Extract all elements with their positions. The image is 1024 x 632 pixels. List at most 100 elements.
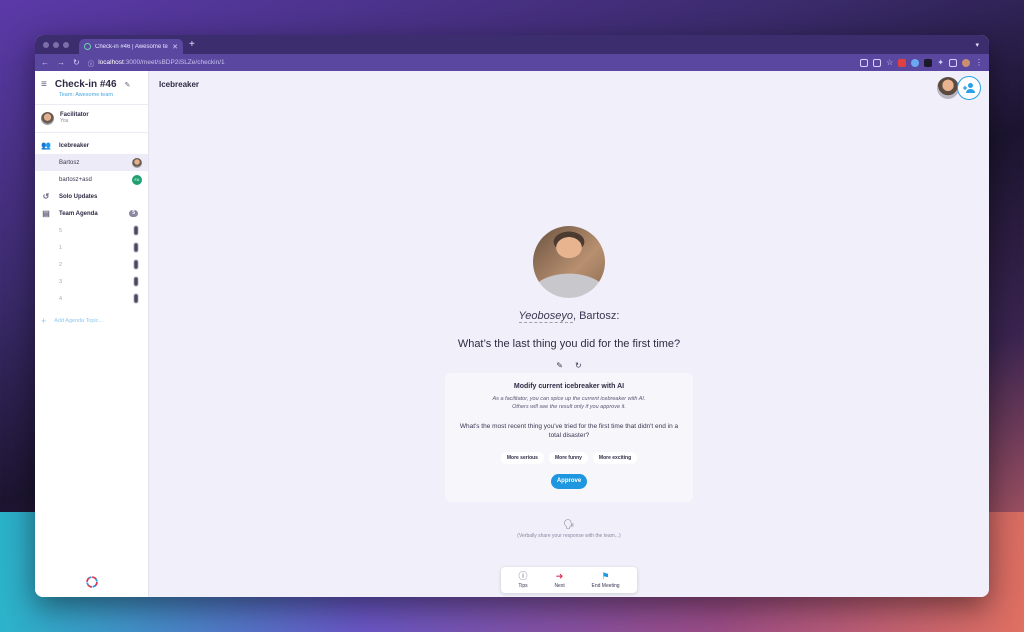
facilitator-sub: You — [60, 118, 69, 124]
approve-button[interactable]: Approve — [551, 474, 587, 489]
icebreaker-question: What’s the last thing you did for the fi… — [457, 338, 681, 350]
participant-item-bartosz-asd[interactable]: bartosz+asd FA — [35, 171, 148, 188]
facilitator-avatar — [41, 112, 54, 125]
sidebar: ≡ Check-in #46 ✎ Team: Awesome team Faci… — [35, 71, 149, 597]
app-body: ≡ Check-in #46 ✎ Team: Awesome team Faci… — [35, 71, 989, 597]
participant-initials-avatar: FA — [132, 174, 142, 185]
nav-solo-updates-label: Solo Updates — [59, 193, 98, 200]
agenda-item-label: 3 — [59, 278, 63, 285]
agenda-item-label: 4 — [59, 295, 63, 302]
new-tab-button[interactable]: + — [189, 39, 195, 50]
nav-team-agenda[interactable]: ▤ Team Agenda 5 — [35, 205, 148, 222]
browser-menu-icon[interactable]: ⋮ — [975, 58, 983, 67]
more-serious-chip[interactable]: More serious — [500, 452, 544, 464]
flag-icon: ⚑ — [601, 571, 610, 581]
extension-red-icon[interactable] — [898, 58, 907, 67]
profile-avatar-icon[interactable] — [962, 58, 970, 67]
user-avatar[interactable] — [937, 77, 959, 99]
address-bar: ← → ↻ ⓘ localhost:3000/meet/sBDP2iSLZe/c… — [35, 54, 989, 71]
participant-name: Bartosz — [59, 159, 80, 166]
add-agenda-topic[interactable]: + Add Agenda Topic... — [35, 311, 148, 331]
nav-solo-updates[interactable]: ↺ Solo Updates — [35, 188, 148, 205]
agenda-item-label: 1 — [59, 244, 63, 251]
agenda-item-avatar — [134, 243, 138, 252]
agenda-item[interactable]: 3 — [35, 273, 148, 290]
nav-icebreaker-label: Icebreaker — [59, 142, 90, 149]
agenda-item[interactable]: 5 — [35, 222, 148, 239]
participant-item-bartosz[interactable]: Bartosz — [35, 154, 148, 171]
more-exciting-chip[interactable]: More exciting — [592, 452, 638, 464]
agenda-item[interactable]: 1 — [35, 239, 148, 256]
greeting-rest: , Bartosz: — [572, 310, 620, 322]
sidebar-header: ≡ Check-in #46 ✎ Team: Awesome team — [35, 71, 148, 105]
extension-dark-icon[interactable] — [924, 58, 933, 67]
extensions-area: ☆ ✦ ⋮ — [860, 58, 983, 67]
side-panel-icon[interactable] — [949, 58, 957, 67]
agenda-item-avatar — [134, 277, 138, 286]
top-right-controls — [937, 76, 981, 100]
agenda-item-avatar — [134, 294, 138, 303]
agenda-item-avatar — [134, 226, 138, 235]
minimize-window-dot[interactable] — [53, 41, 59, 48]
agenda-item[interactable]: 4 — [35, 290, 148, 307]
tab-title: Check-in #46 | Awesome tea — [95, 43, 169, 50]
ai-card-desc-line2: Others will see the result only if you a… — [512, 404, 626, 410]
extension-blue-icon[interactable] — [911, 58, 920, 67]
chat-icon: ▤ — [42, 209, 50, 218]
icebreaker-center: Yeoboseyo, Bartosz: What’s the last thin… — [149, 226, 989, 370]
agenda-item[interactable]: 2 — [35, 256, 148, 273]
share-hint-text: (Verbally share your response with the t… — [517, 533, 621, 539]
window-controls — [43, 41, 69, 48]
nav-icebreaker[interactable]: 👥 Icebreaker — [35, 137, 148, 154]
site-info-icon[interactable]: ⓘ — [88, 58, 95, 68]
participant-avatar — [132, 157, 142, 168]
question-actions: ✎ ↻ — [149, 361, 989, 370]
ai-card-description: As a facilitator, you can spice up the c… — [445, 395, 693, 411]
url-field[interactable]: ⓘ localhost:3000/meet/sBDP2iSLZe/checkin… — [88, 58, 225, 68]
more-funny-chip[interactable]: More funny — [548, 452, 588, 464]
end-meeting-button[interactable]: ⚑ End Meeting — [592, 571, 620, 589]
back-arrow-icon[interactable]: ← — [41, 58, 49, 67]
page-title: Icebreaker — [159, 80, 200, 89]
ai-chip-row: More serious More funny More exciting — [445, 452, 693, 464]
tips-button[interactable]: ⓘ Tips — [518, 571, 527, 589]
edit-title-pencil-icon[interactable]: ✎ — [125, 81, 131, 89]
share-hint: 🗣 (Verbally share your response with the… — [149, 519, 989, 539]
close-tab-icon[interactable]: ✕ — [172, 43, 178, 51]
add-agenda-label: Add Agenda Topic... — [54, 318, 104, 324]
forward-arrow-icon[interactable]: → — [57, 58, 65, 67]
meeting-bottom-bar: ⓘ Tips ➜ Next ⚑ End Meeting — [501, 567, 637, 593]
agenda-item-label: 2 — [59, 261, 63, 268]
speaking-person-icon: 🗣 — [563, 519, 575, 529]
next-arrow-circle-icon: ➜ — [555, 571, 564, 581]
main-content: Icebreaker Yeoboseyo, Bartosz: What’s th… — [149, 71, 989, 597]
ai-card-desc-line1: As a facilitator, you can spice up the c… — [492, 396, 646, 402]
hamburger-menu-icon[interactable]: ≡ — [41, 79, 47, 90]
ai-modify-card: Modify current icebreaker with AI As a f… — [445, 373, 693, 502]
edit-pencil-icon[interactable]: ✎ — [556, 361, 563, 370]
agenda-item-avatar — [134, 260, 138, 269]
next-button[interactable]: ➜ Next — [554, 571, 564, 589]
participant-name: bartosz+asd — [59, 176, 92, 183]
tab-search-chevron-icon[interactable]: ▾ — [975, 41, 979, 49]
refresh-icon[interactable]: ↻ — [575, 361, 582, 370]
reload-icon[interactable]: ↻ — [73, 58, 80, 67]
team-link[interactable]: Team: Awesome team — [59, 92, 142, 98]
url-path: :3000/meet/sBDP2iSLZe/checkin/1 — [123, 59, 225, 66]
bookmark-star-icon[interactable]: ☆ — [886, 58, 893, 67]
maximize-window-dot[interactable] — [63, 41, 69, 48]
browser-tab[interactable]: Check-in #46 | Awesome tea ✕ — [79, 39, 183, 54]
history-icon: ↺ — [42, 192, 50, 201]
meeting-title[interactable]: Check-in #46 — [55, 79, 117, 90]
extensions-puzzle-icon[interactable]: ✦ — [937, 58, 944, 67]
add-participant-button[interactable] — [957, 76, 981, 100]
greeting-word[interactable]: Yeoboseyo — [518, 310, 573, 323]
greeting: Yeoboseyo, Bartosz: — [149, 310, 989, 323]
end-meeting-label: End Meeting — [591, 583, 620, 589]
favicon-icon — [84, 43, 91, 50]
agenda-item-label: 5 — [59, 227, 63, 234]
facilitator-row[interactable]: Facilitator You — [35, 105, 148, 133]
close-window-dot[interactable] — [43, 41, 49, 48]
share-icon[interactable] — [873, 58, 882, 67]
install-icon[interactable] — [860, 58, 869, 67]
